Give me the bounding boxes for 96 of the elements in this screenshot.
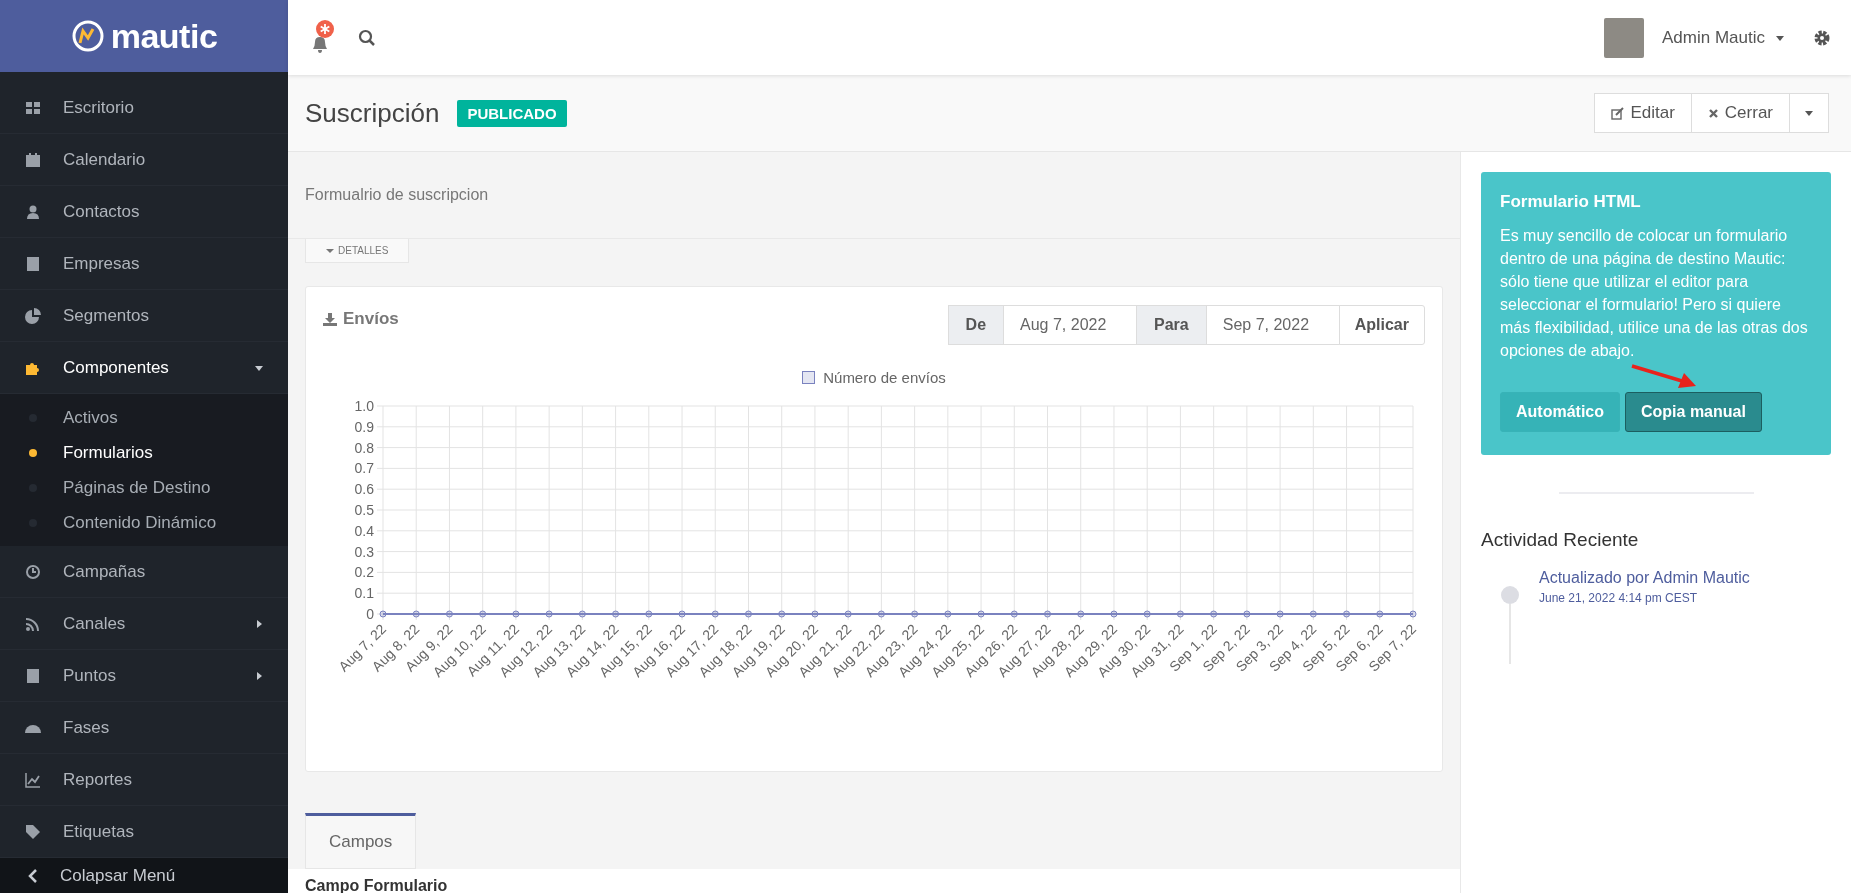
chart-icon (25, 771, 41, 788)
settings-icon[interactable] (1813, 28, 1831, 47)
data-point (711, 610, 719, 618)
apply-button[interactable]: Aplicar (1338, 305, 1425, 345)
page-title: Suscripción (305, 97, 440, 129)
data-point (1309, 610, 1317, 618)
data-point (645, 610, 653, 618)
activity-time: June 21, 2022 4:14 pm CEST (1539, 591, 1699, 605)
edit-icon (1611, 106, 1625, 120)
chart-title: Envíos (343, 309, 399, 329)
data-point (1143, 610, 1151, 618)
to-date-field[interactable]: Sep 7, 2022 (1205, 305, 1340, 345)
caret-down-icon (326, 247, 334, 254)
download-icon (323, 312, 337, 326)
data-point (977, 610, 985, 618)
user-menu-button[interactable]: Admin Mautic (1656, 26, 1791, 49)
edit-button[interactable]: Editar (1594, 93, 1692, 133)
calendar-icon (25, 151, 41, 168)
caret-right-icon (254, 670, 264, 681)
data-point (412, 610, 420, 618)
card-title: Formulario HTML (1500, 192, 1642, 212)
data-point (678, 610, 686, 618)
y-axis-label: 0.1 (354, 585, 374, 602)
data-point (445, 610, 453, 618)
data-point (745, 610, 752, 618)
y-axis-label: 0.7 (354, 460, 374, 477)
data-point (811, 610, 819, 618)
sidebar-item[interactable]: Puntos (0, 650, 288, 703)
caret-down-icon (1804, 109, 1814, 117)
y-axis-label: 0.8 (354, 439, 374, 456)
sidebar-item[interactable]: Empresas (0, 238, 288, 291)
data-point (778, 610, 786, 618)
y-axis-label: 0.2 (354, 564, 374, 581)
data-point (1343, 610, 1351, 618)
y-axis-label: 0.3 (354, 543, 374, 560)
data-point (1010, 610, 1018, 618)
data-point (1210, 610, 1218, 618)
y-axis-label: 0.9 (354, 418, 374, 435)
user-icon (25, 203, 41, 220)
close-button[interactable]: Cerrar (1690, 93, 1790, 133)
data-point (379, 610, 387, 618)
data-point (545, 610, 553, 618)
clock-icon (25, 563, 41, 580)
legend-label[interactable]: Número de envíos (823, 369, 946, 386)
recent-activity-heading: Actividad Reciente (1481, 529, 1640, 551)
data-point (479, 610, 487, 618)
data-point (1376, 610, 1384, 618)
y-axis-label: 0.5 (354, 502, 374, 518)
sidebar-item[interactable]: Calendario (0, 134, 288, 187)
data-point (578, 610, 586, 618)
details-toggle[interactable]: DETALLES (305, 239, 410, 263)
rss-icon (25, 615, 41, 632)
chevron-left-icon (28, 868, 38, 883)
tag-icon (25, 823, 41, 840)
data-point (911, 610, 919, 618)
data-point (612, 610, 620, 618)
from-date-field[interactable]: Aug 7, 2022 (1003, 305, 1138, 345)
user-link[interactable]: Admin Mautic (1652, 569, 1750, 586)
activity-text: Actualizado por Admin Mautic (1539, 569, 1750, 587)
y-axis-label: 0.4 (354, 522, 374, 539)
sidebar-subitem[interactable]: Activos (0, 400, 288, 436)
grid-icon (25, 99, 41, 116)
data-point (1110, 610, 1118, 618)
caret-right-icon (254, 618, 264, 629)
logo-wordmark: mautic (110, 16, 218, 56)
form-description: Formualrio de suscripcion (305, 186, 489, 204)
y-axis-label: 0 (366, 606, 374, 622)
from-label: De (947, 305, 1005, 345)
to-label: Para (1136, 305, 1207, 345)
y-axis-label: 0.6 (354, 481, 374, 498)
avatar-photo-placeholder (1604, 17, 1644, 58)
data-point (1176, 610, 1184, 618)
data-point (1077, 610, 1085, 618)
alert-badge-icon (316, 19, 334, 38)
logo-icon (70, 19, 105, 54)
data-point (877, 610, 885, 618)
status-label: PUBLICADO (457, 99, 567, 127)
y-axis-label: 1.0 (354, 398, 374, 414)
tab[interactable]: Campos (305, 813, 417, 869)
data-point (944, 610, 952, 618)
data-point (512, 610, 520, 618)
data-point (1409, 610, 1417, 618)
data-point (1044, 610, 1051, 618)
card-text: Es muy sencillo de colocar un formulario dentro de una página de destino Mautic: sólo tiene que utilizar el editor para seleccionar el formulario! Pero si quiere más flexibilidad, utilice una de las otras dos opciones de abajo. (1500, 226, 1809, 361)
sidebar-subitem[interactable]: Páginas de Destino (0, 470, 288, 506)
search-icon[interactable] (358, 28, 376, 47)
sidebar-subitem[interactable]: Contenido Dinámico (0, 505, 288, 541)
data-point (844, 610, 852, 618)
caret-down-icon (1775, 33, 1785, 42)
collapse-menu-button[interactable]: Colapsar Menú (0, 858, 288, 893)
close-icon (1707, 107, 1719, 119)
data-point (1276, 610, 1284, 618)
data-point (1243, 610, 1251, 618)
pie-icon (25, 307, 41, 324)
sidebar-subitem[interactable]: Formularios (0, 435, 288, 471)
embed-option-button[interactable]: Copia manual (1625, 392, 1762, 432)
